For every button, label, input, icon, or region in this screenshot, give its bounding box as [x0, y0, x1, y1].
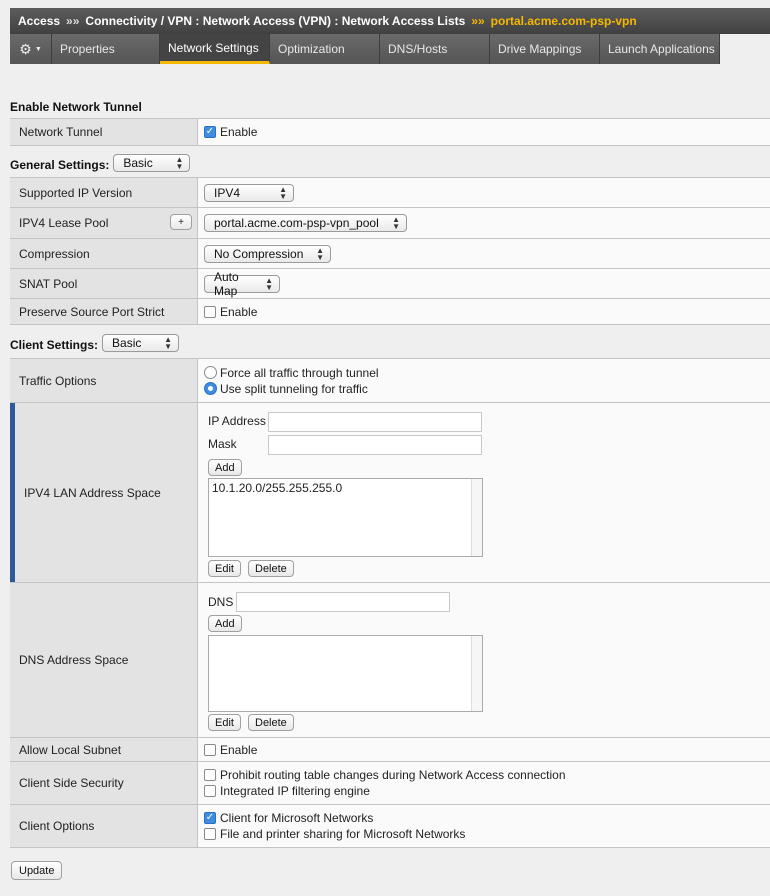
general-settings-title: General Settings:: [10, 158, 110, 172]
lan-address-list[interactable]: 10.1.20.0/255.255.255.0: [208, 478, 483, 557]
update-button[interactable]: Update: [11, 861, 63, 880]
tab-bar: ⚙ ▼ Properties Network Settings Optimiza…: [10, 34, 720, 64]
snat-pool-select[interactable]: Auto Map ▲ ▼: [204, 270, 280, 298]
allow-local-subnet-checkbox[interactable]: [204, 743, 216, 756]
force-all-traffic-label: Force all traffic through tunnel: [220, 365, 379, 380]
breadcrumb: Access »» Connectivity / VPN : Network A…: [10, 8, 770, 34]
ip-version-label: Supported IP Version: [10, 178, 198, 207]
snat-pool-label: SNAT Pool: [10, 269, 198, 298]
select-arrows-icon: ▲ ▼: [265, 275, 273, 292]
client-settings-heading: Client Settings: Basic ▲ ▼: [10, 334, 180, 352]
compression-select[interactable]: No Compression ▲ ▼: [204, 244, 331, 263]
ip-filtering-option[interactable]: Integrated IP filtering engine: [204, 783, 370, 799]
delete-lan-address-button[interactable]: Delete: [248, 560, 294, 577]
ip-address-input[interactable]: [268, 412, 482, 432]
tab-launch-applications[interactable]: Launch Applications: [600, 34, 720, 64]
network-tunnel-checkbox-label: Enable: [220, 125, 258, 139]
general-settings-mode-value: Basic: [123, 156, 153, 170]
add-lease-pool-button[interactable]: +: [170, 214, 192, 230]
select-arrows-icon: ▲ ▼: [164, 335, 173, 351]
prohibit-routing-option[interactable]: Prohibit routing table changes during Ne…: [204, 767, 566, 783]
enable-network-tunnel-heading: Enable Network Tunnel: [10, 100, 142, 114]
client-settings-mode-value: Basic: [112, 336, 142, 350]
tab-drive-mappings[interactable]: Drive Mappings: [490, 34, 600, 64]
general-settings-heading: General Settings: Basic ▲ ▼: [10, 154, 191, 172]
select-arrows-icon: ▲ ▼: [316, 245, 324, 262]
client-options-label: Client Options: [10, 805, 198, 847]
client-side-security-label: Client Side Security: [10, 762, 198, 804]
network-tunnel-label: Network Tunnel: [10, 119, 198, 145]
add-dns-button[interactable]: Add: [208, 615, 242, 632]
delete-dns-button[interactable]: Delete: [248, 714, 294, 731]
prohibit-routing-checkbox[interactable]: [204, 769, 216, 781]
lease-pool-label: IPV4 Lease Pool: [19, 216, 109, 230]
client-settings-title: Client Settings:: [10, 338, 99, 352]
dns-address-list[interactable]: [208, 635, 483, 712]
tab-network-settings[interactable]: Network Settings: [160, 34, 270, 64]
lease-pool-value: portal.acme.com-psp-vpn_pool: [214, 216, 379, 230]
mask-label: Mask: [208, 437, 237, 451]
general-settings-mode-select[interactable]: Basic ▲ ▼: [113, 154, 191, 172]
prohibit-routing-label: Prohibit routing table changes during Ne…: [220, 768, 566, 782]
lan-address-space-label: IPV4 LAN Address Space: [10, 403, 198, 582]
ip-address-label: IP Address: [208, 414, 266, 428]
lease-pool-select[interactable]: portal.acme.com-psp-vpn_pool ▲ ▼: [204, 214, 407, 232]
allow-local-subnet-checkbox-label: Enable: [220, 742, 258, 757]
settings-menu-button[interactable]: ⚙ ▼: [10, 34, 52, 64]
select-arrows-icon: ▲ ▼: [279, 184, 287, 201]
breadcrumb-network-access-lists[interactable]: Connectivity / VPN : Network Access (VPN…: [85, 14, 465, 28]
breadcrumb-access[interactable]: Access: [18, 14, 60, 28]
compression-value: No Compression: [214, 246, 304, 261]
network-tunnel-checkbox[interactable]: ✓: [204, 126, 216, 138]
dns-label: DNS: [208, 595, 234, 609]
dns-input[interactable]: [236, 592, 450, 612]
split-tunneling-label: Use split tunneling for traffic: [220, 381, 368, 396]
ms-networks-option[interactable]: ✓ Client for Microsoft Networks: [204, 810, 373, 826]
ip-filtering-label: Integrated IP filtering engine: [220, 784, 370, 798]
lan-address-entry[interactable]: 10.1.20.0/255.255.255.0: [209, 479, 482, 497]
split-tunneling-radio[interactable]: [204, 382, 217, 395]
preserve-source-port-checkbox-label: Enable: [220, 304, 258, 319]
scrollbar[interactable]: [471, 636, 482, 711]
chevron-down-icon: ▼: [34, 45, 42, 53]
compression-label: Compression: [10, 239, 198, 268]
file-printer-sharing-option[interactable]: File and printer sharing for Microsoft N…: [204, 826, 465, 842]
allow-local-subnet-label: Allow Local Subnet: [10, 738, 198, 761]
select-arrows-icon: ▲ ▼: [392, 215, 400, 231]
tab-dns-hosts[interactable]: DNS/Hosts: [380, 34, 490, 64]
ip-version-select[interactable]: IPV4 ▲ ▼: [204, 183, 294, 202]
gear-icon: ⚙: [19, 40, 32, 57]
breadcrumb-separator: »»: [66, 14, 80, 28]
scrollbar[interactable]: [471, 479, 482, 556]
file-printer-sharing-checkbox[interactable]: [204, 828, 216, 840]
client-settings-mode-select[interactable]: Basic ▲ ▼: [102, 334, 180, 352]
preserve-source-port-label: Preserve Source Port Strict: [10, 299, 198, 324]
general-settings-table: Supported IP Version IPV4 ▲ ▼ IPV4 Lease …: [10, 177, 770, 325]
split-tunneling-option[interactable]: Use split tunneling for traffic: [204, 381, 368, 397]
snat-pool-value: Auto Map: [214, 269, 239, 298]
ip-version-value: IPV4: [214, 185, 241, 200]
preserve-source-port-checkbox[interactable]: [204, 305, 216, 318]
ms-networks-checkbox[interactable]: ✓: [204, 812, 216, 824]
edit-lan-address-button[interactable]: Edit: [208, 560, 241, 577]
edit-dns-button[interactable]: Edit: [208, 714, 241, 731]
ip-filtering-checkbox[interactable]: [204, 785, 216, 797]
enable-tunnel-table: Network Tunnel ✓ Enable: [10, 118, 770, 146]
force-all-traffic-radio[interactable]: [204, 366, 217, 379]
breadcrumb-current: portal.acme.com-psp-vpn: [490, 14, 637, 28]
ms-networks-label: Client for Microsoft Networks: [220, 811, 374, 825]
select-arrows-icon: ▲ ▼: [175, 155, 184, 171]
mask-input[interactable]: [268, 435, 482, 455]
file-printer-sharing-label: File and printer sharing for Microsoft N…: [220, 827, 466, 841]
traffic-options-label: Traffic Options: [10, 359, 198, 402]
tab-properties[interactable]: Properties: [52, 34, 160, 64]
dns-address-space-label: DNS Address Space: [10, 583, 198, 737]
add-lan-address-button[interactable]: Add: [208, 459, 242, 476]
force-all-traffic-option[interactable]: Force all traffic through tunnel: [204, 365, 379, 381]
tab-optimization[interactable]: Optimization: [270, 34, 380, 64]
breadcrumb-separator: »»: [471, 14, 485, 28]
client-settings-table: Traffic Options Force all traffic throug…: [10, 358, 770, 848]
